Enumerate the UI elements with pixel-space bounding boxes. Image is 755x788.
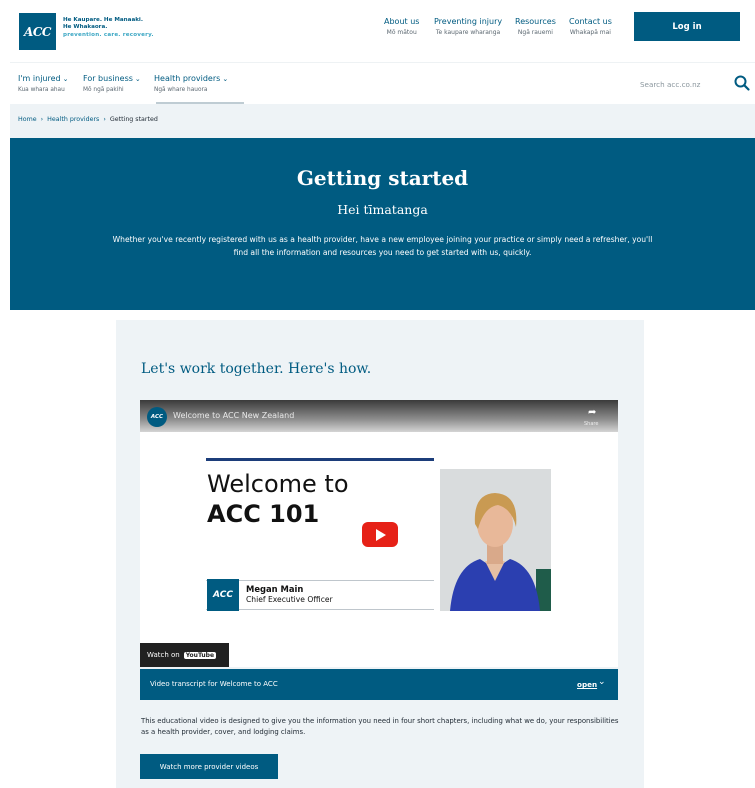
breadcrumb-current: Getting started (109, 116, 158, 123)
topnav-label: Preventing injury (434, 17, 503, 26)
chevron-right-icon: › (40, 116, 44, 123)
nav-sub: Mō ngā pakihi (83, 87, 124, 93)
topnav-preventing-injury[interactable]: Preventing injury Te kaupare wharanga (434, 16, 502, 38)
tagline-line-2: He Whakaora. (63, 24, 108, 31)
topnav-contact-us[interactable]: Contact us Whakapā mai (569, 16, 612, 38)
search-icon[interactable] (733, 74, 751, 92)
nav-label: I'm injured (18, 74, 61, 83)
card-heading: Let's work together. Here's how. (141, 361, 372, 377)
topnav-sub: Te kaupare wharanga (435, 29, 501, 36)
presenter-role: Chief Executive Officer (246, 595, 333, 604)
logo-tagline: He Kaupare. He Manaaki. He Whakaora. pre… (63, 17, 154, 39)
thumbnail-headline: Welcome to ACC 101 (207, 469, 349, 529)
transcript-accordion[interactable]: Video transcript for Welcome to ACC open… (140, 669, 618, 700)
chevron-down-icon[interactable]: ⌄ (598, 677, 606, 687)
hero-intro: Whether you've recently registered with … (112, 235, 653, 257)
youtube-logo-icon: YouTube (183, 651, 217, 659)
breadcrumb-home[interactable]: Home (18, 116, 37, 123)
topnav-label: Contact us (569, 17, 612, 26)
acc-logo-small: ACC (207, 579, 239, 611)
topnav-resources[interactable]: Resources Ngā rauemi (515, 16, 556, 38)
topnav-label: About us (384, 17, 420, 26)
play-button-icon[interactable] (362, 522, 398, 547)
video-description: This educational video is designed to gi… (141, 717, 619, 736)
transcript-label: Video transcript for Welcome to ACC (150, 680, 278, 688)
page-subtitle: Hei tīmatanga (337, 202, 428, 217)
topnav-sub: Ngā rauemi (517, 29, 553, 36)
hero-banner: Getting started Hei tīmatanga Whether yo… (10, 138, 755, 310)
nav-sub: Ngā whare hauora (154, 87, 208, 93)
watch-on-label: Watch on (147, 651, 180, 659)
video-player[interactable]: ACC Welcome to ACC New Zealand ➦ Share W… (140, 400, 618, 667)
tagline-line-3: prevention. care. recovery. (63, 31, 154, 38)
watch-on-youtube-button[interactable]: Watch on YouTube (140, 643, 229, 667)
page-title: Getting started (296, 166, 469, 190)
topnav-label: Resources (515, 17, 556, 26)
headline-line-2: ACC 101 (207, 500, 320, 528)
top-header: ACC He Kaupare. He Manaaki. He Whakaora.… (0, 0, 755, 60)
thumbnail-accent-bar (206, 458, 434, 461)
nav-label: Health providers (154, 74, 221, 83)
nav-im-injured[interactable]: I'm injured ⌄ Kua whara ahau (18, 73, 68, 96)
chevron-down-icon: ⌄ (62, 75, 69, 83)
tagline-line-1: He Kaupare. He Manaaki. (63, 17, 143, 23)
nav-for-business[interactable]: For business ⌄ Mō ngā pakihi (83, 73, 141, 96)
search-input[interactable]: Search acc.co.nz (640, 80, 700, 89)
topnav-sub: Whakapā mai (569, 29, 611, 36)
presenter-photo (440, 469, 551, 611)
chevron-down-icon: ⌄ (222, 75, 229, 83)
watch-more-videos-button[interactable]: Watch more provider videos (140, 754, 278, 779)
share-icon[interactable]: ➦ (588, 407, 596, 418)
breadcrumb-health-providers[interactable]: Health providers (47, 116, 99, 123)
headline-line-1: Welcome to (207, 470, 349, 498)
transcript-open-link[interactable]: open (577, 680, 597, 689)
nav-sub: Kua whara ahau (18, 87, 65, 93)
presenter-name: Megan Main (246, 584, 304, 594)
login-button[interactable]: Log in (634, 12, 740, 41)
chevron-down-icon: ⌄ (134, 75, 141, 83)
topnav-sub: Mō mātou (386, 29, 417, 36)
chevron-right-icon: › (103, 116, 106, 123)
topnav-about-us[interactable]: About us Mō mātou (384, 16, 419, 38)
nav-health-providers[interactable]: Health providers ⌄ Ngā whare hauora (154, 73, 228, 96)
share-label: Share (584, 421, 599, 427)
video-title[interactable]: Welcome to ACC New Zealand (173, 411, 294, 420)
nav-label: For business (83, 74, 133, 83)
breadcrumb: Home › Health providers › Getting started (10, 104, 755, 138)
secondary-nav: I'm injured ⌄ Kua whara ahau For business… (10, 62, 755, 105)
acc-logo[interactable]: ACC (19, 13, 56, 50)
channel-avatar[interactable]: ACC (147, 407, 167, 427)
